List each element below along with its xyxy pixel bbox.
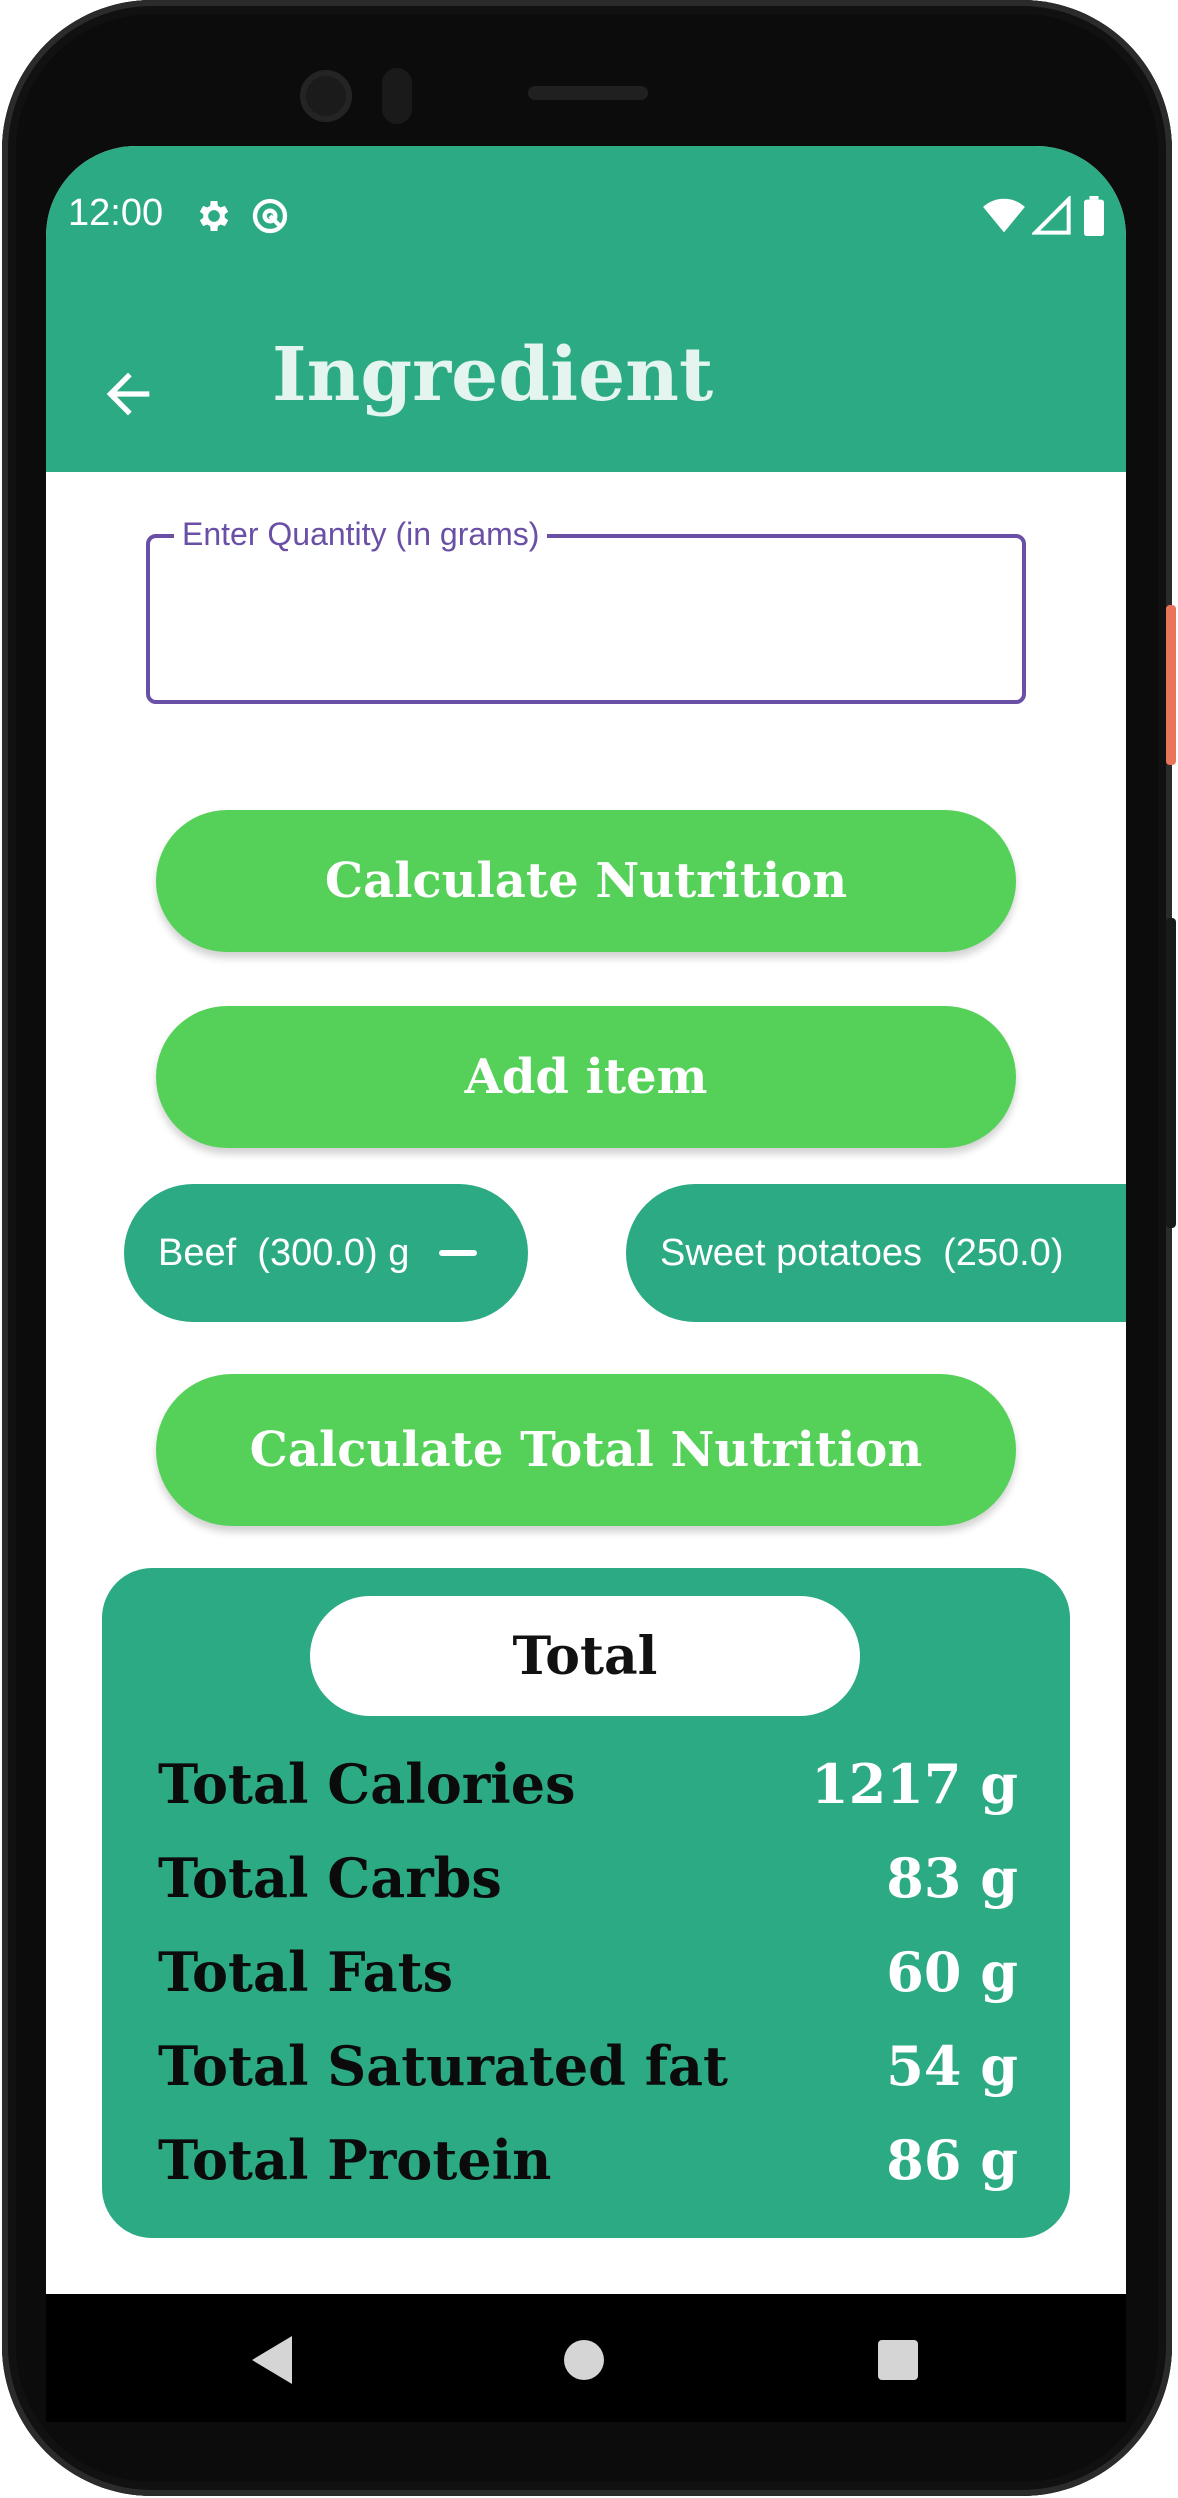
calculate-total-nutrition-button[interactable]: Calculate Total Nutrition — [156, 1374, 1016, 1526]
power-button — [1166, 605, 1176, 765]
chip-label: Beef (300.0) g — [158, 1231, 410, 1274]
total-row-label: Total Fats — [158, 1940, 453, 2004]
chip-label: Sweet potatoes (250.0) — [660, 1231, 1064, 1274]
nav-recents-icon[interactable] — [878, 2340, 918, 2380]
system-nav-bar — [46, 2294, 1126, 2422]
status-time: 12:00 — [68, 192, 164, 234]
calculate-nutrition-button[interactable]: Calculate Nutrition — [156, 810, 1016, 952]
total-row-label: Total Carbs — [158, 1846, 502, 1910]
signal-icon — [1032, 196, 1071, 235]
total-row: Total Carbs 83 g — [158, 1846, 1018, 1926]
total-row-value: 60 g — [886, 1940, 1018, 2004]
total-row: Total Saturated fat 54 g — [158, 2034, 1018, 2114]
total-row: Total Fats 60 g — [158, 1940, 1018, 2020]
total-row-value: 1217 g — [811, 1752, 1018, 1816]
proximity-sensor — [382, 68, 412, 124]
total-card: Total Total Calories 1217 g Total Carbs … — [102, 1568, 1070, 2238]
page-title: Ingredient — [272, 332, 714, 418]
total-row-value: 86 g — [886, 2128, 1018, 2192]
nav-back-icon[interactable] — [250, 2334, 294, 2386]
earpiece-speaker — [528, 86, 648, 100]
quantity-field[interactable]: Enter Quantity (in grams) — [146, 516, 1026, 704]
ingredient-chips: Beef (300.0) g Sweet potatoes (250.0) — [124, 1184, 1126, 1324]
settings-icon — [199, 201, 229, 231]
total-row: Total Protein 86 g — [158, 2128, 1018, 2208]
total-row: Total Calories 1217 g — [158, 1752, 1018, 1832]
app-bar: 12:00 Ingredient — [46, 146, 1126, 472]
total-row-value: 54 g — [886, 2034, 1018, 2098]
front-camera — [300, 70, 352, 122]
battery-icon — [1084, 196, 1104, 236]
volume-button — [1166, 918, 1176, 1228]
total-row-label: Total Calories — [158, 1752, 576, 1816]
quantity-field-label: Enter Quantity (in grams) — [174, 516, 548, 553]
total-heading: Total — [310, 1596, 860, 1716]
total-row-label: Total Saturated fat — [158, 2034, 728, 2098]
ingredient-chip[interactable]: Sweet potatoes (250.0) — [626, 1184, 1126, 1322]
nav-home-icon[interactable] — [564, 2340, 604, 2380]
wifi-icon — [983, 198, 1025, 233]
add-item-button[interactable]: Add item — [156, 1006, 1016, 1148]
total-row-label: Total Protein — [158, 2128, 552, 2192]
back-arrow-icon[interactable] — [96, 362, 160, 426]
at-sign-icon — [252, 198, 288, 234]
app-screen: 12:00 Ingredient Enter Quantity (in gram… — [46, 146, 1126, 2420]
quantity-input[interactable] — [170, 578, 994, 670]
total-row-value: 83 g — [886, 1846, 1018, 1910]
ingredient-chip[interactable]: Beef (300.0) g — [124, 1184, 528, 1322]
remove-icon[interactable] — [439, 1250, 478, 1256]
